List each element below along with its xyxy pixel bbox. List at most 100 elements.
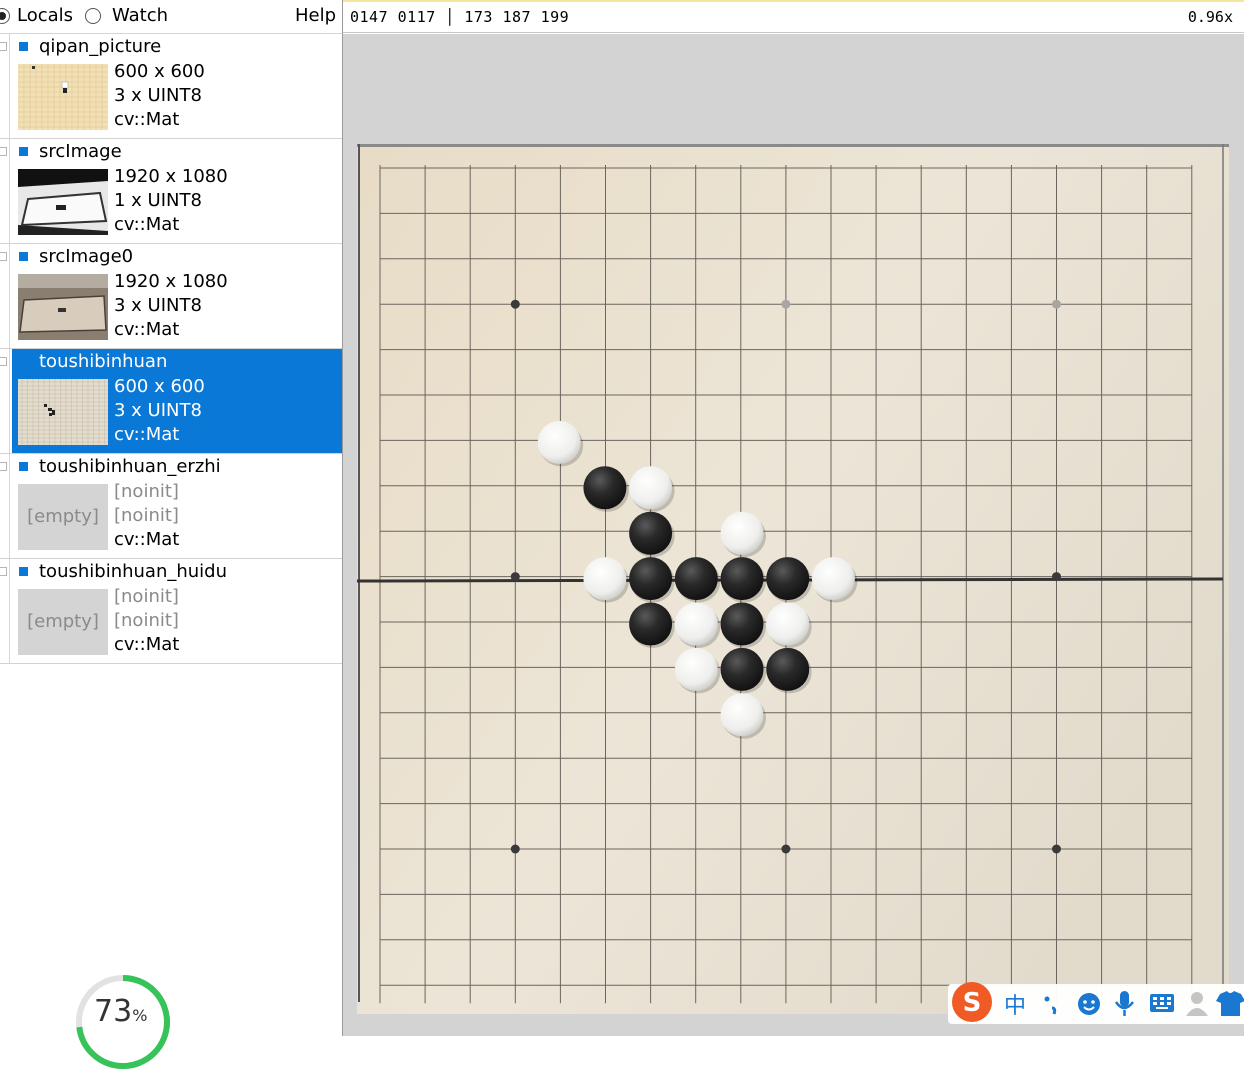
variable-channels: 3 x UINT8	[114, 85, 202, 106]
star-point	[1052, 844, 1061, 854]
variable-channels: 3 x UINT8	[114, 295, 202, 316]
keyboard-icon[interactable]	[1150, 994, 1174, 1012]
variable-type-icon	[19, 567, 28, 576]
variable-item[interactable]: toushibinhuan_erzhi [empty] [noinit] [noini…	[0, 454, 342, 559]
variable-thumbnail[interactable]: [empty]	[18, 484, 108, 550]
chinese-mode-icon[interactable]: 中	[1004, 994, 1026, 1019]
locals-label[interactable]: Locals	[17, 5, 73, 27]
image-viewer[interactable]	[343, 34, 1244, 1036]
zoom-level: 0.96x	[1187, 8, 1233, 26]
variable-item[interactable]: srcImage 1920 x 1080 1 x UINT8 cv::Mat	[0, 139, 342, 244]
locals-radio[interactable]	[0, 8, 10, 24]
variable-item[interactable]: toushibinhuan600 x 6003 x UINT8cv::Mat	[0, 349, 342, 454]
variable-type: cv::Mat	[114, 319, 180, 340]
variable-dimensions: [noinit]	[114, 481, 179, 502]
collapse-icon[interactable]	[0, 357, 7, 366]
tree-line	[9, 349, 10, 453]
variable-item[interactable]: toushibinhuan_huidu [empty] [noinit] [noini…	[0, 559, 342, 664]
variable-type: cv::Mat	[114, 529, 180, 550]
watch-label[interactable]: Watch	[112, 5, 168, 27]
gauge-value: 73	[94, 994, 133, 1029]
black-stone	[720, 602, 764, 646]
watch-radio[interactable]	[85, 8, 101, 24]
white-stone	[537, 420, 581, 464]
variable-info: 600 x 600 3 x UINT8 cv::Mat	[114, 60, 205, 132]
variable-type-icon	[19, 252, 28, 261]
variable-type-icon	[19, 147, 28, 156]
variable-type: cv::Mat	[114, 109, 180, 130]
variable-name: srcImage0	[39, 246, 134, 267]
black-stone	[720, 647, 764, 691]
white-stone	[811, 557, 855, 601]
collapse-icon[interactable]	[0, 252, 7, 261]
star-point	[510, 572, 520, 582]
white-stone	[674, 602, 718, 646]
white-stone	[766, 602, 810, 646]
tree-line	[9, 34, 10, 138]
variable-info: [noinit] [noinit] cv::Mat	[114, 480, 179, 552]
variable-channels: 1 x UINT8	[114, 190, 202, 211]
variable-item[interactable]: qipan_picture 600 x 600 3 x UINT8 cv::Mat	[0, 34, 342, 139]
variable-thumbnail[interactable]	[18, 169, 108, 235]
go-board-image[interactable]	[357, 144, 1229, 1014]
board-top-edge	[357, 144, 1229, 147]
variable-type-icon	[19, 357, 28, 366]
variable-type: cv::Mat	[114, 424, 180, 445]
variable-name: toushibinhuan_huidu	[39, 561, 228, 582]
star-point	[510, 844, 520, 854]
viewer-header: 0147 0117 │ 173 187 199 0.96x	[343, 0, 1244, 33]
variable-info: 1920 x 10803 x UINT8cv::Mat	[114, 270, 228, 342]
gauge-unit: %	[132, 1006, 148, 1025]
variable-dimensions: 1920 x 1080	[114, 271, 228, 292]
white-stone	[720, 511, 764, 555]
tree-line	[9, 454, 10, 558]
star-point	[1052, 572, 1061, 582]
white-stone	[583, 557, 627, 601]
tree-line	[9, 139, 10, 243]
variable-dimensions: 1920 x 1080	[114, 166, 228, 187]
variable-info: [noinit] [noinit] cv::Mat	[114, 585, 179, 657]
variable-info: 1920 x 1080 1 x UINT8 cv::Mat	[114, 165, 228, 237]
collapse-icon[interactable]	[0, 462, 7, 471]
variable-item[interactable]: srcImage01920 x 10803 x UINT8cv::Mat	[0, 244, 342, 349]
emoji-icon[interactable]	[1078, 993, 1100, 1015]
variable-type-icon	[19, 42, 28, 51]
help-button[interactable]: Help	[295, 5, 336, 27]
pixel-readout: 0147 0117 │ 173 187 199	[350, 8, 570, 26]
collapse-icon[interactable]	[0, 147, 7, 156]
variable-thumbnail[interactable]	[18, 274, 108, 340]
collapse-icon[interactable]	[0, 42, 7, 51]
black-stone	[766, 647, 810, 691]
variable-thumbnail[interactable]	[18, 379, 108, 445]
collapse-icon[interactable]	[0, 567, 7, 576]
star-point	[510, 299, 520, 309]
variable-dimensions: 600 x 600	[114, 376, 205, 397]
black-stone	[674, 557, 718, 601]
black-stone	[720, 557, 764, 601]
variable-name: qipan_picture	[39, 36, 162, 57]
variable-channels: [noinit]	[114, 505, 179, 526]
variable-name: toushibinhuan_erzhi	[39, 456, 221, 477]
ime-toolbar[interactable]: S 中	[948, 978, 1244, 1026]
black-stone	[766, 557, 810, 601]
sogou-logo-icon[interactable]: S	[952, 982, 992, 1022]
variable-thumbnail[interactable]: [empty]	[18, 589, 108, 655]
variable-name: toushibinhuan	[39, 351, 168, 372]
variable-list: qipan_picture 600 x 600 3 x UINT8 cv::Mat sr…	[0, 34, 342, 664]
variable-info: 600 x 6003 x UINT8cv::Mat	[114, 375, 205, 447]
variable-dimensions: [noinit]	[114, 586, 179, 607]
variable-type: cv::Mat	[114, 634, 180, 655]
variable-channels: [noinit]	[114, 610, 179, 631]
star-point	[781, 299, 791, 309]
black-stone	[583, 466, 627, 510]
variable-thumbnail[interactable]	[18, 64, 108, 130]
variable-type-icon	[19, 462, 28, 471]
variable-name: srcImage	[39, 141, 122, 162]
white-stone	[720, 693, 764, 737]
variables-panel: Locals Watch Help qipan_picture 600 x 600…	[0, 0, 343, 1069]
empty-placeholder: [empty]	[27, 611, 99, 632]
svg-text:S: S	[963, 988, 982, 1018]
black-stone	[629, 602, 673, 646]
gauge-label: 73%	[94, 994, 147, 1029]
variable-channels: 3 x UINT8	[114, 400, 202, 421]
